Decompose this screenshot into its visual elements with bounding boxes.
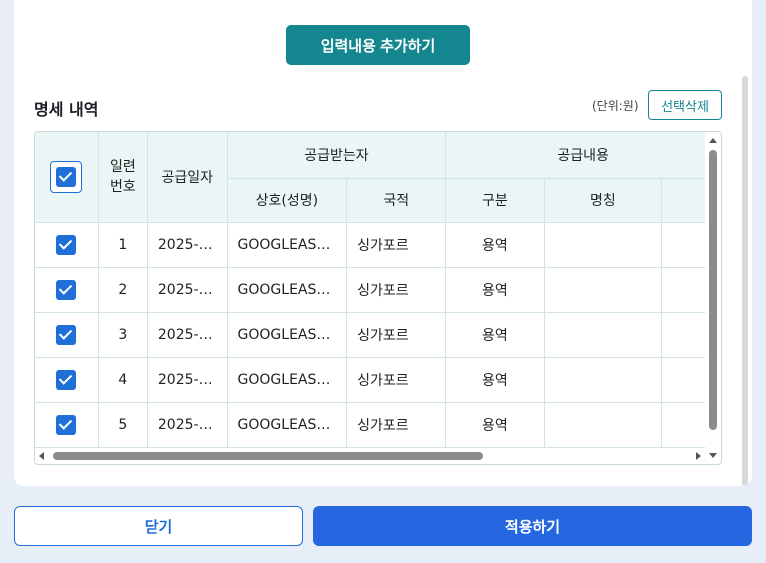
header-country: 국적	[346, 178, 447, 223]
cell-company: GOOGLEAS…	[227, 357, 348, 403]
checkbox-checked-icon	[56, 166, 77, 187]
cell-serial: 5	[98, 402, 148, 448]
row-checkbox-cell	[35, 402, 99, 448]
detail-grid: 일련 번호 공급일자 공급받는자 공급내용 상호(성명) 국적 구분 명칭 1	[34, 131, 722, 465]
apply-button[interactable]: 적용하기	[313, 506, 752, 546]
cell-date: 2025-…	[147, 267, 228, 313]
add-entry-button[interactable]: 입력내용 추가하기	[286, 25, 470, 65]
cell-date: 2025-…	[147, 312, 228, 358]
modal-panel: 입력내용 추가하기 명세 내역 (단위:원) 선택삭제 일련 번호 공급일자 공…	[14, 0, 752, 486]
cell-category: 용역	[445, 267, 545, 313]
cell-serial: 2	[98, 267, 148, 313]
select-all-checkbox[interactable]	[50, 160, 83, 193]
row-checkbox-cell	[35, 267, 99, 313]
section-title: 명세 내역	[34, 100, 99, 119]
grid-vertical-scrollbar[interactable]	[705, 132, 721, 458]
cell-serial: 4	[98, 357, 148, 403]
cell-date: 2025-…	[147, 402, 228, 448]
cell-country: 싱가포르	[346, 222, 447, 268]
cell-category: 용역	[445, 312, 545, 358]
scroll-left-icon[interactable]	[39, 452, 44, 460]
cell-country: 싱가포르	[346, 402, 447, 448]
unit-label: (단위:원)	[592, 99, 639, 113]
cell-item	[544, 312, 663, 358]
header-company-name: 상호(성명)	[227, 178, 348, 223]
cell-company: GOOGLEAS…	[227, 312, 348, 358]
header-serial: 일련 번호	[98, 132, 148, 223]
table-row[interactable]: 5 2025-… GOOGLEAS… 싱가포르 용역	[35, 402, 721, 448]
cell-item	[544, 222, 663, 268]
row-checkbox[interactable]	[56, 279, 77, 300]
cell-company: GOOGLEAS…	[227, 267, 348, 313]
table-row[interactable]: 2 2025-… GOOGLEAS… 싱가포르 용역	[35, 267, 721, 313]
row-checkbox-cell	[35, 357, 99, 403]
cell-country: 싱가포르	[346, 357, 447, 403]
header-receiver-group: 공급받는자	[227, 132, 447, 179]
delete-selected-button[interactable]: 선택삭제	[648, 90, 722, 120]
table-row[interactable]: 1 2025-… GOOGLEAS… 싱가포르 용역	[35, 222, 721, 268]
cell-serial: 3	[98, 312, 148, 358]
row-checkbox[interactable]	[56, 414, 77, 435]
scroll-down-icon[interactable]	[709, 453, 717, 458]
panel-scrollbar[interactable]	[742, 76, 748, 486]
cell-company: GOOGLEAS…	[227, 402, 348, 448]
cell-item	[544, 402, 663, 448]
table-row[interactable]: 3 2025-… GOOGLEAS… 싱가포르 용역	[35, 312, 721, 358]
cell-date: 2025-…	[147, 222, 228, 268]
horizontal-scroll-thumb[interactable]	[53, 452, 483, 460]
header-supply-group: 공급내용	[445, 132, 721, 179]
header-item-name: 명칭	[544, 178, 663, 223]
cell-item	[544, 267, 663, 313]
cell-category: 용역	[445, 402, 545, 448]
vertical-scroll-thumb[interactable]	[709, 150, 717, 430]
scroll-up-icon[interactable]	[709, 138, 717, 143]
cell-item	[544, 357, 663, 403]
grid-horizontal-scrollbar[interactable]	[35, 448, 707, 464]
cell-country: 싱가포르	[346, 267, 447, 313]
header-supply-date: 공급일자	[147, 132, 228, 223]
detail-table: 일련 번호 공급일자 공급받는자 공급내용 상호(성명) 국적 구분 명칭 1	[35, 132, 721, 448]
table-row[interactable]: 4 2025-… GOOGLEAS… 싱가포르 용역	[35, 357, 721, 403]
cell-category: 용역	[445, 222, 545, 268]
row-checkbox[interactable]	[56, 234, 77, 255]
cell-category: 용역	[445, 357, 545, 403]
scroll-right-icon[interactable]	[696, 452, 701, 460]
row-checkbox[interactable]	[56, 369, 77, 390]
close-button[interactable]: 닫기	[14, 506, 303, 546]
cell-company: GOOGLEAS…	[227, 222, 348, 268]
cell-date: 2025-…	[147, 357, 228, 403]
row-checkbox-cell	[35, 312, 99, 358]
select-all-cell	[35, 132, 99, 223]
row-checkbox-cell	[35, 222, 99, 268]
row-checkbox[interactable]	[56, 324, 77, 345]
cell-country: 싱가포르	[346, 312, 447, 358]
cell-serial: 1	[98, 222, 148, 268]
header-category: 구분	[445, 178, 545, 223]
